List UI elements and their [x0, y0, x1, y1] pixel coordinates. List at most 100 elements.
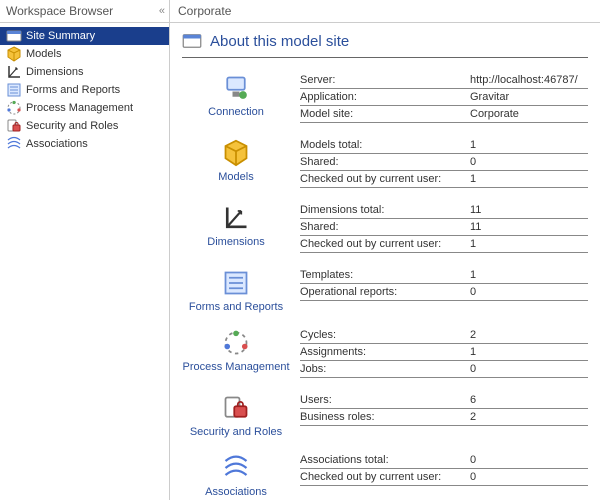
forms-icon: [6, 82, 22, 98]
property-label: Shared:: [300, 221, 470, 233]
main-panel: Corporate About this model site Connecti…: [170, 0, 600, 500]
section-label: Dimensions: [182, 236, 290, 248]
property-row: Templates:1: [300, 267, 588, 284]
process-icon: [220, 327, 252, 359]
property-label: Shared:: [300, 156, 470, 168]
section-header[interactable]: Connection: [182, 72, 290, 123]
section-header[interactable]: Associations: [182, 452, 290, 498]
property-value: 0: [470, 156, 588, 168]
property-value: 1: [470, 139, 588, 151]
section-properties: Models total:1Shared:0Checked out by cur…: [300, 137, 588, 188]
forms-icon: [220, 267, 252, 299]
property-label: Model site:: [300, 108, 470, 120]
property-value: 11: [470, 221, 588, 233]
sidebar-item-label: Forms and Reports: [26, 84, 120, 96]
sidebar-collapse-button[interactable]: «: [159, 5, 163, 17]
section-connection: Connection Server:http://localhost:46787/…: [182, 72, 588, 123]
site-summary-icon: [182, 31, 202, 51]
section-properties: Templates:1Operational reports:0: [300, 267, 588, 313]
models-icon: [6, 46, 22, 62]
sidebar-item-associations[interactable]: Associations: [0, 135, 169, 153]
property-row: Assignments:1: [300, 344, 588, 361]
property-value: 11: [470, 204, 588, 216]
sidebar-item-models[interactable]: Models: [0, 45, 169, 63]
sections-container: Connection Server:http://localhost:46787/…: [182, 72, 588, 498]
sidebar-item-security[interactable]: Security and Roles: [0, 117, 169, 135]
property-label: Checked out by current user:: [300, 471, 470, 483]
section-models: ModelsModels total:1Shared:0Checked out …: [182, 137, 588, 188]
property-label: Models total:: [300, 139, 470, 151]
property-label: Associations total:: [300, 454, 470, 466]
property-value: 1: [470, 346, 588, 358]
property-label: Dimensions total:: [300, 204, 470, 216]
property-value: Corporate: [470, 108, 588, 120]
sidebar-item-site-summary[interactable]: Site Summary: [0, 27, 169, 45]
section-header[interactable]: Forms and Reports: [182, 267, 290, 313]
page-title-row: About this model site: [182, 31, 588, 58]
property-value: 0: [470, 363, 588, 375]
security-icon: [220, 392, 252, 424]
section-header[interactable]: Dimensions: [182, 202, 290, 253]
property-row: Server:http://localhost:46787/: [300, 72, 588, 89]
property-row: Application:Gravitar: [300, 89, 588, 106]
property-label: Business roles:: [300, 411, 470, 423]
sidebar-item-label: Dimensions: [26, 66, 83, 78]
page-title: About this model site: [210, 33, 349, 50]
section-properties: Users:6Business roles:2: [300, 392, 588, 438]
section-dimensions: DimensionsDimensions total:11Shared:11Ch…: [182, 202, 588, 253]
section-label: Models: [182, 171, 290, 183]
section-header[interactable]: Models: [182, 137, 290, 188]
process-icon: [6, 100, 22, 116]
models-icon: [220, 137, 252, 169]
section-label: Associations: [182, 486, 290, 498]
property-row: Operational reports:0: [300, 284, 588, 301]
property-row: Models total:1: [300, 137, 588, 154]
property-value: 2: [470, 329, 588, 341]
property-row: Users:6: [300, 392, 588, 409]
section-header[interactable]: Security and Roles: [182, 392, 290, 438]
property-value: 1: [470, 173, 588, 185]
main-content: About this model site Connection Server:h…: [170, 23, 600, 500]
property-row: Associations total:0: [300, 452, 588, 469]
sidebar-header: Workspace Browser «: [0, 0, 169, 23]
sidebar-nav-list: Site Summary Models Dimensions Forms and Re…: [0, 23, 169, 500]
sidebar-item-dimensions[interactable]: Dimensions: [0, 63, 169, 81]
connection-icon: [220, 72, 252, 104]
section-associations: AssociationsAssociations total:0Checked …: [182, 452, 588, 498]
sidebar-item-forms[interactable]: Forms and Reports: [0, 81, 169, 99]
site-summary-icon: [6, 28, 22, 44]
section-forms: Forms and ReportsTemplates:1Operational …: [182, 267, 588, 313]
property-value: 2: [470, 411, 588, 423]
property-row: Shared:11: [300, 219, 588, 236]
property-label: Operational reports:: [300, 286, 470, 298]
property-label: Application:: [300, 91, 470, 103]
property-row: Cycles:2: [300, 327, 588, 344]
property-value: 1: [470, 269, 588, 281]
property-label: Users:: [300, 394, 470, 406]
sidebar-item-label: Process Management: [26, 102, 133, 114]
property-label: Templates:: [300, 269, 470, 281]
associations-icon: [220, 452, 252, 484]
section-label: Security and Roles: [182, 426, 290, 438]
property-label: Server:: [300, 74, 470, 86]
app-root: Workspace Browser « Site Summary Models Di…: [0, 0, 600, 500]
security-icon: [6, 118, 22, 134]
dimensions-icon: [6, 64, 22, 80]
dimensions-icon: [220, 202, 252, 234]
section-label: Connection: [182, 106, 290, 118]
section-header[interactable]: Process Management: [182, 327, 290, 378]
property-value: 0: [470, 286, 588, 298]
property-label: Checked out by current user:: [300, 238, 470, 250]
property-row: Checked out by current user:1: [300, 171, 588, 188]
sidebar-item-label: Site Summary: [26, 30, 95, 42]
breadcrumb: Corporate: [170, 0, 600, 23]
property-row: Dimensions total:11: [300, 202, 588, 219]
property-label: Cycles:: [300, 329, 470, 341]
property-label: Checked out by current user:: [300, 173, 470, 185]
sidebar-item-label: Security and Roles: [26, 120, 118, 132]
section-properties: Server:http://localhost:46787/Applicatio…: [300, 72, 588, 123]
property-value: 0: [470, 454, 588, 466]
sidebar-item-process[interactable]: Process Management: [0, 99, 169, 117]
section-process: Process ManagementCycles:2Assignments:1J…: [182, 327, 588, 378]
property-row: Business roles:2: [300, 409, 588, 426]
